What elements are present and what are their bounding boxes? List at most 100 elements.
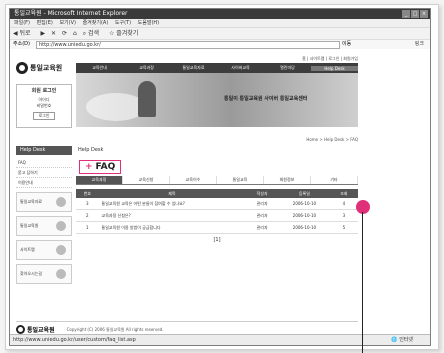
nav-item-help-desk[interactable]: Help Desk [311,65,358,71]
status-bar: http://www.uniedu.go.kr/user/custom/faq_… [10,334,430,345]
plus-icon: + [85,162,93,172]
menu-view[interactable]: 보기(V) [59,20,76,26]
close-button[interactable]: × [420,10,428,18]
status-url: http://www.uniedu.go.kr/user/custom/faq_… [13,337,136,343]
title-bar: 통일교육원 - Microsoft Internet Explorer _ □ … [10,9,430,19]
menu-favorites[interactable]: 즐겨찾기(A) [83,20,109,26]
cell-title-link[interactable]: 교육과정 신청은? [98,209,246,222]
side-banner-2[interactable]: 통일교육원 [16,216,72,236]
hero-text: 통일이 통일교육원 사이버 통일교육센터 [224,96,308,102]
favorites-button[interactable]: ☆ 즐겨찾기 [109,30,142,37]
cell-title-link[interactable]: 통일교육원 이용 방법이 궁금합니다 [98,221,246,234]
side-item-faq[interactable]: FAQ [16,158,72,168]
cell-no: 2 [76,209,99,222]
tab-category-3[interactable]: 교육이수 [170,176,217,184]
status-zone-label: 인터넷 [399,337,413,343]
col-header-date: 등록일 [279,189,330,198]
tab-category-2[interactable]: 교육신청 [123,176,170,184]
tab-category-5[interactable]: 회원정보 [264,176,311,184]
nav-item-2[interactable]: 교육과정 [123,65,170,71]
links-button[interactable]: 링크 [415,40,424,49]
side-banner-3[interactable]: 사이트맵 [16,240,72,260]
toolbar: ◀ 뒤로 ▶ ✕ ⟳ ⌂ ⌕ 검색 ☆ 즐겨찾기 [10,27,430,39]
side-item-guide[interactable]: 이용안내 [16,178,72,188]
footer-logo-icon [16,324,25,334]
callout-marker-dot [356,200,370,214]
nav-item-1[interactable]: 교육안내 [76,65,123,71]
table-row[interactable]: 1 통일교육원 이용 방법이 궁금합니다 관리자 2006-10-10 5 [76,221,358,234]
side-banner-4[interactable]: 찾아오시는길 [16,264,72,284]
cell-date: 2006-10-10 [279,198,330,210]
main-column: 홈 | 사이트맵 | 로그인 | 회원가입 교육안내 교육과정 통일교육자료 사… [76,55,358,243]
nav-item-3[interactable]: 통일교육자료 [170,65,217,71]
stop-button[interactable]: ✕ [51,30,56,37]
go-button[interactable]: 이동 [342,40,351,49]
side-item-qna[interactable]: 묻고 답하기 [16,168,72,178]
browser-window: 통일교육원 - Microsoft Internet Explorer _ □ … [9,8,431,346]
login-button[interactable]: 로그인 [33,112,55,120]
footer-logo: 통일교육원 [16,324,55,334]
address-label: 주소(D) [13,41,30,47]
cell-views: 4 [329,198,358,210]
table-row[interactable]: 3 통일교육원 교육은 어떤 분들이 참여할 수 있나요? 관리자 2006-1… [76,198,358,210]
hero-figure-graphic [138,81,156,117]
callout-marker-line [362,212,363,353]
home-button[interactable]: ⌂ [73,30,77,37]
search-label: 검색 [87,30,100,37]
pagination[interactable]: [1] [76,237,358,243]
help-desk-tab[interactable]: Help Desk [16,146,72,155]
global-nav: 교육안내 교육과정 통일교육자료 사이버교육 열린마당 Help Desk [76,63,358,73]
nav-item-4[interactable]: 사이버교육 [217,65,264,71]
nav-item-5[interactable]: 열린마당 [264,65,311,71]
cell-title-link[interactable]: 통일교육원 교육은 어떤 분들이 참여할 수 있나요? [98,198,246,210]
faq-table: 번호 제목 작성자 등록일 조회 3 통일교육원 교육은 어떤 분들이 참여할 … [76,189,358,234]
tab-category-4[interactable]: 통일교육 [217,176,264,184]
menu-file[interactable]: 파일(F) [14,20,30,26]
page-title-text: FAQ [95,162,116,172]
login-pw-label: 비밀번호 [36,103,52,108]
menu-edit[interactable]: 편집(E) [37,20,53,26]
menu-bar: 파일(F) 편집(E) 보기(V) 즐겨찾기(A) 도구(T) 도움말(H) [10,19,430,27]
col-header-author: 작성자 [245,189,280,198]
cell-views: 3 [329,209,358,222]
footer-logo-text: 통일교육원 [27,326,55,334]
logo-text: 통일교육원 [30,64,63,72]
cell-no: 3 [76,198,99,210]
cell-author: 관리자 [245,221,280,234]
hero-cloud-graphic [86,93,146,121]
page-content: 통일교육원 회원 로그인 아이디 비밀번호 로그인 Help Desk FAQ … [10,49,430,335]
favorites-label: 즐겨찾기 [116,30,139,37]
tab-category-1[interactable]: 교육과정 [76,176,123,184]
login-box: 회원 로그인 아이디 비밀번호 로그인 [16,84,72,128]
section-label: Help Desk [78,147,104,153]
menu-help[interactable]: 도움말(H) [138,20,159,26]
cell-author: 관리자 [245,198,280,210]
category-tabs: 교육과정 교육신청 교육이수 통일교육 회원정보 기타 [76,176,358,185]
url-input[interactable]: http://www.uniedu.go.kr/ [36,41,340,49]
menu-tools[interactable]: 도구(T) [115,20,131,26]
col-header-no: 번호 [76,189,99,198]
minimize-button[interactable]: _ [402,10,410,18]
tab-category-6[interactable]: 기타 [311,176,358,184]
status-zone: 🌐 인터넷 [391,337,413,343]
top-links[interactable]: 홈 | 사이트맵 | 로그인 | 회원가입 [76,55,358,63]
left-sidebar: 통일교육원 회원 로그인 아이디 비밀번호 로그인 Help Desk FAQ … [16,55,72,284]
refresh-button[interactable]: ⟳ [62,30,67,37]
cell-author: 관리자 [245,209,280,222]
window-title: 통일교육원 - Microsoft Internet Explorer [14,10,128,17]
cell-date: 2006-10-10 [279,209,330,222]
search-button[interactable]: ⌕ 검색 [83,30,103,37]
forward-button[interactable]: ▶ [41,30,46,37]
breadcrumb: Home > Help Desk > FAQ [306,137,358,142]
cell-date: 2006-10-10 [279,221,330,234]
logo-icon [16,62,28,74]
cell-views: 5 [329,221,358,234]
maximize-button[interactable]: □ [411,10,419,18]
hero-banner: 통일이 통일교육원 사이버 통일교육센터 [76,73,358,127]
back-button[interactable]: ◀ 뒤로 [13,30,35,37]
table-header-row: 번호 제목 작성자 등록일 조회 [76,189,358,198]
table-row[interactable]: 2 교육과정 신청은? 관리자 2006-10-10 3 [76,209,358,222]
side-banner-1[interactable]: 통일교육자료 [16,192,72,212]
site-logo[interactable]: 통일교육원 [16,55,72,81]
login-title: 회원 로그인 [31,88,57,94]
